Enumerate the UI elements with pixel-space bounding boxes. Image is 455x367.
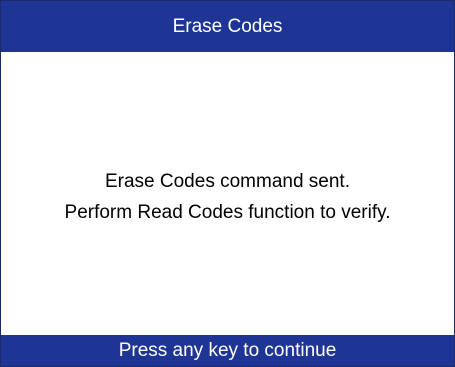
message-line-1: Erase Codes command sent. bbox=[104, 170, 350, 192]
screen-title: Erase Codes bbox=[172, 15, 283, 37]
title-bar: Erase Codes bbox=[1, 1, 454, 52]
continue-prompt: Press any key to continue bbox=[118, 339, 337, 361]
message-line-2: Perform Read Codes function to verify. bbox=[64, 201, 391, 223]
continue-prompt-bar[interactable]: Press any key to continue bbox=[1, 335, 454, 366]
scan-tool-screen: Erase Codes Erase Codes command sent. Pe… bbox=[0, 0, 455, 367]
message-area: Erase Codes command sent. Perform Read C… bbox=[1, 52, 454, 335]
